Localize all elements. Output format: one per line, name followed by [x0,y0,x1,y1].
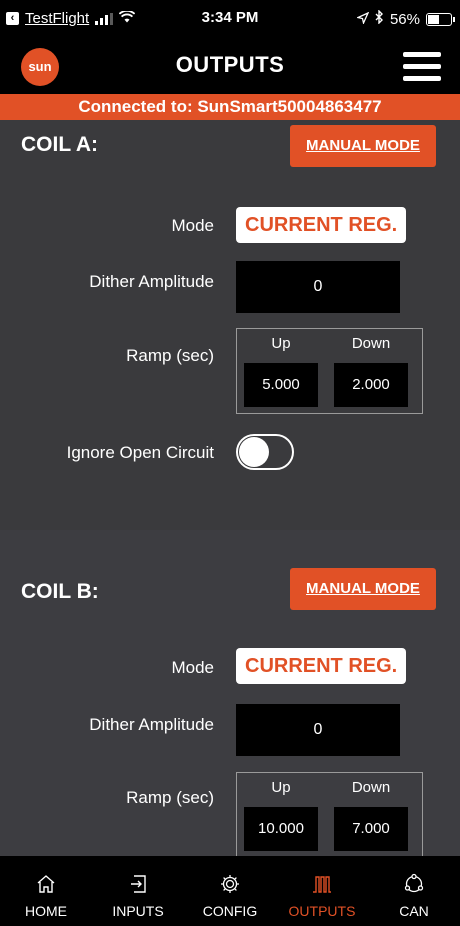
coil-a-ignore-open-toggle[interactable] [236,434,294,470]
nav-bar: sun OUTPUTS [0,38,460,94]
coil-b-mode-select[interactable]: CURRENT REG. [236,648,407,684]
page-title: OUTPUTS [175,52,285,77]
coil-a-ramp-down-label: Down [351,335,391,352]
coil-b-ramp-label: Ramp (sec) [126,788,214,807]
inputs-icon [126,872,150,896]
bluetooth-icon [375,9,384,28]
coil-b-dither-label: Dither Amplitude [89,715,214,734]
coil-a-title: COIL A: [21,133,98,156]
gear-icon [218,872,242,896]
battery-percent: 56% [389,10,420,28]
coil-a-mode-label: Mode [171,216,214,235]
coil-b-ramp-up-input[interactable]: 10.000 [244,807,318,851]
can-network-icon [402,872,426,896]
coil-a-dither-input[interactable]: 0 [236,261,400,313]
home-icon [34,872,58,896]
coil-b-manual-mode-button[interactable]: MANUAL MODE [290,568,436,610]
tab-bar: HOME INPUTS CONFIG OUTPUTS CAN [0,856,460,926]
coil-a-ramp-group: Up Down 5.000 2.000 [236,328,423,414]
location-icon [355,11,370,28]
tab-can[interactable]: CAN [368,856,460,926]
tab-config[interactable]: CONFIG [184,856,276,926]
battery-icon [426,12,455,26]
coil-a-ramp-label: Ramp (sec) [126,346,214,365]
coil-a-dither-label: Dither Amplitude [89,272,214,291]
coil-a-ramp-up-input[interactable]: 5.000 [244,363,318,407]
coil-b-ramp-group: Up Down 10.000 7.000 [236,772,423,858]
coil-b-panel: COIL B: MANUAL MODE Mode CURRENT REG. Di… [0,530,460,860]
tab-outputs-label: OUTPUTS [288,903,356,919]
coil-b-ramp-up-label: Up [271,779,291,796]
coil-a-ignore-open-label: Ignore Open Circuit [66,443,214,462]
coil-b-ramp-down-label: Down [351,779,391,796]
coil-a-ramp-down-input[interactable]: 2.000 [334,363,408,407]
tab-can-label: CAN [399,903,429,919]
outputs-icon [310,872,334,896]
tab-outputs[interactable]: OUTPUTS [276,856,368,926]
toggle-knob [239,437,269,467]
coil-b-ramp-down-input[interactable]: 7.000 [334,807,408,851]
coil-a-mode-select[interactable]: CURRENT REG. [236,207,407,243]
coil-a-manual-mode-button[interactable]: MANUAL MODE [290,125,436,167]
battery-fill [428,14,439,24]
coil-a-panel: COIL A: MANUAL MODE Mode CURRENT REG. Di… [0,120,460,530]
tab-home[interactable]: HOME [0,856,92,926]
tab-home-label: HOME [25,903,67,919]
status-bar: ‹ TestFlight 3:34 PM 56% [0,0,460,38]
hamburger-menu-icon[interactable] [403,50,441,84]
status-right: 56% [355,9,455,28]
tab-config-label: CONFIG [202,903,258,919]
coil-b-mode-label: Mode [171,658,214,677]
connection-banner: Connected to: SunSmart50004863477 [0,94,460,120]
tab-inputs-label: INPUTS [112,903,164,919]
coil-b-title: COIL B: [21,580,99,603]
coil-b-dither-input[interactable]: 0 [236,704,400,756]
tab-inputs[interactable]: INPUTS [92,856,184,926]
coil-a-ramp-up-label: Up [271,335,291,352]
